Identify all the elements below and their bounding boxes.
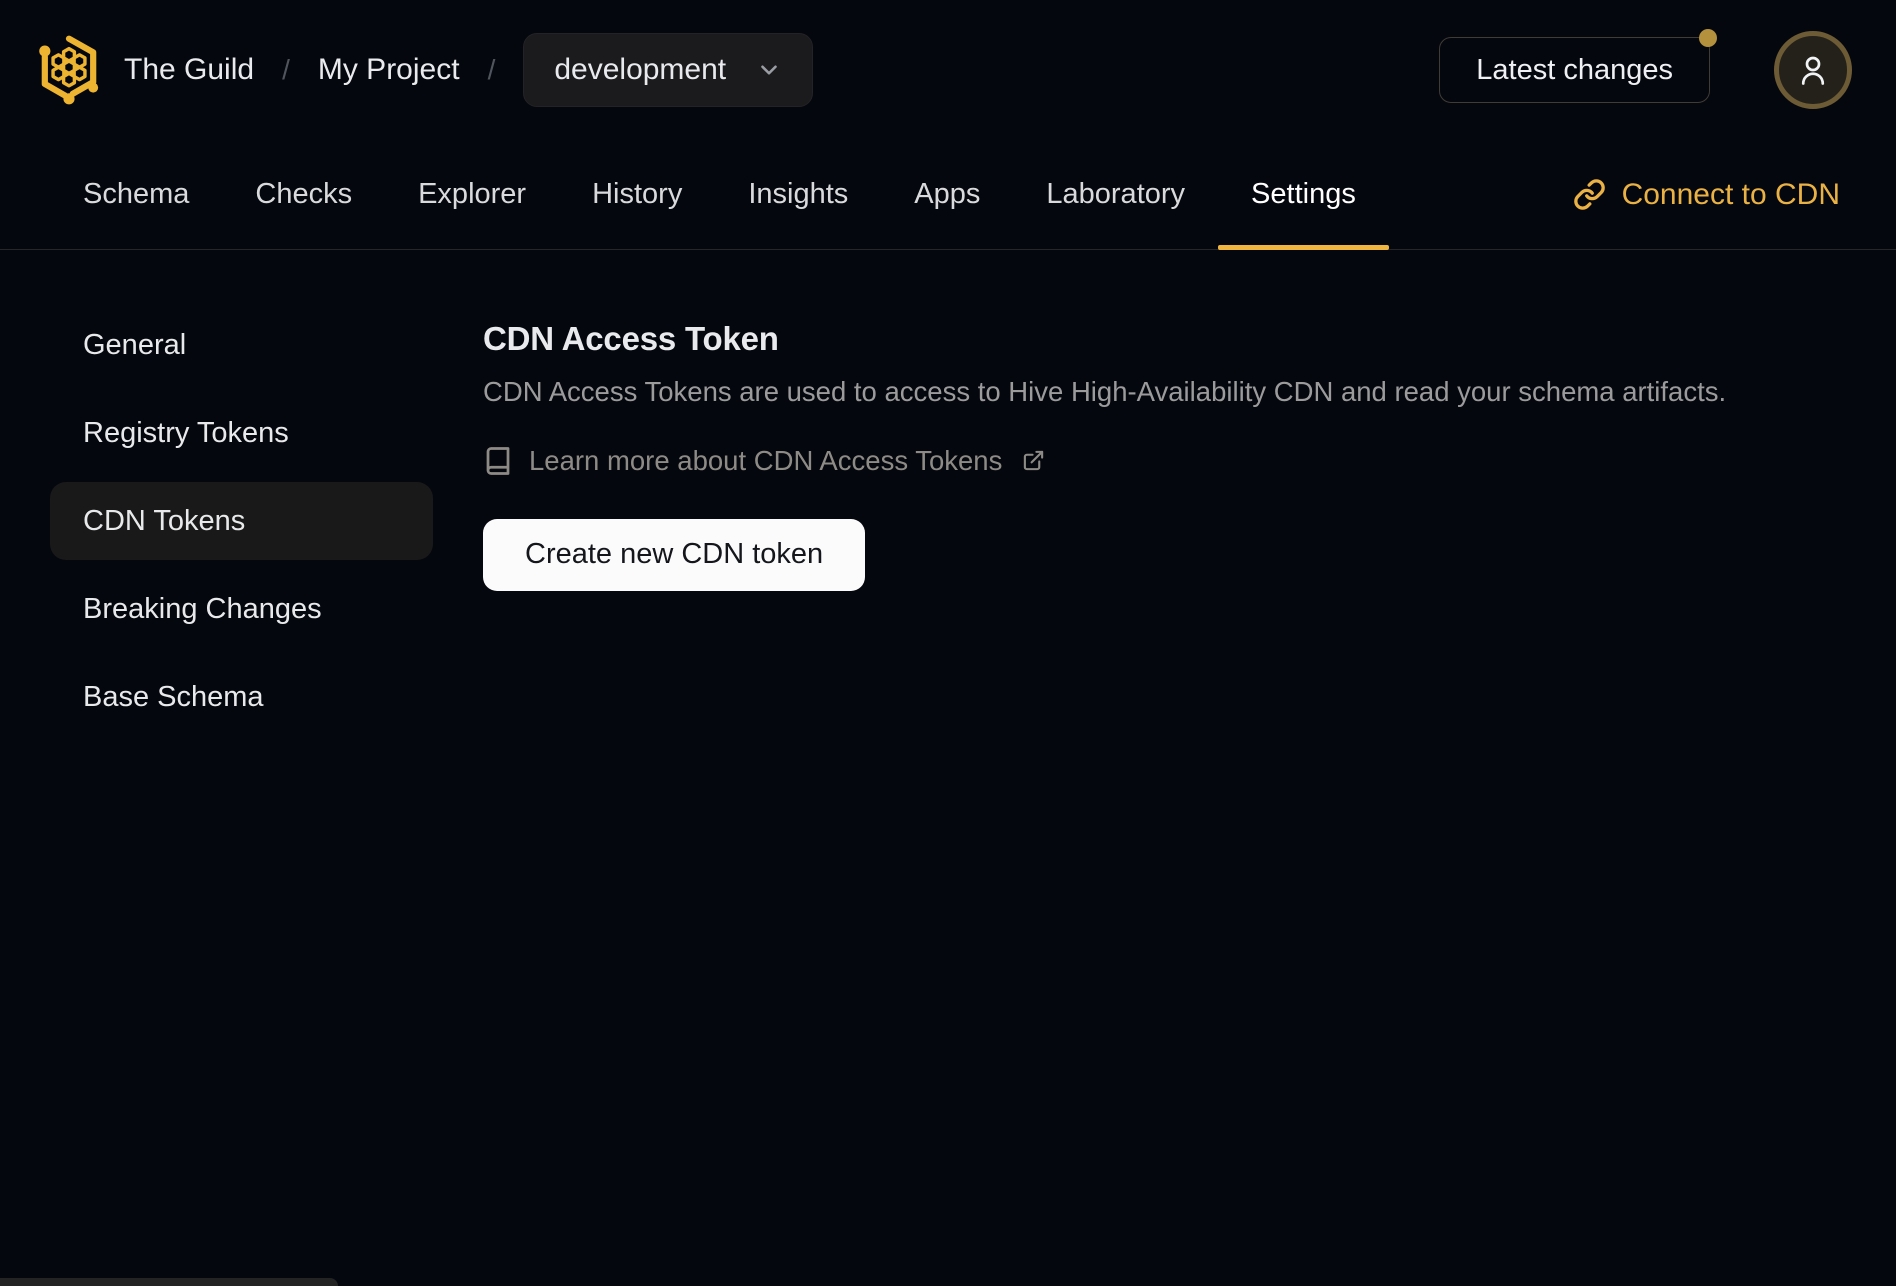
- notification-dot: [1699, 29, 1717, 47]
- user-icon: [1801, 56, 1825, 85]
- target-selector-value: development: [554, 53, 727, 86]
- tab-checks[interactable]: Checks: [222, 140, 385, 249]
- tab-history[interactable]: History: [559, 140, 715, 249]
- hive-logo-icon[interactable]: [38, 33, 100, 107]
- sidebar-item-registry-tokens[interactable]: Registry Tokens: [50, 394, 433, 472]
- page-description: CDN Access Tokens are used to access to …: [483, 375, 1727, 407]
- settings-sidebar: General Registry Tokens CDN Tokens Break…: [50, 306, 433, 746]
- tab-explorer[interactable]: Explorer: [385, 140, 559, 249]
- breadcrumb-project[interactable]: My Project: [318, 53, 460, 87]
- sidebar-item-base-schema[interactable]: Base Schema: [50, 658, 433, 736]
- project-tab-bar: Schema Checks Explorer History Insights …: [0, 140, 1896, 250]
- breadcrumb-separator: /: [282, 54, 290, 85]
- settings-content: General Registry Tokens CDN Tokens Break…: [0, 250, 1896, 746]
- connect-to-cdn-label: Connect to CDN: [1621, 177, 1840, 211]
- target-selector-dropdown[interactable]: development: [523, 33, 814, 107]
- header-right-group: Latest changes: [1439, 29, 1852, 109]
- latest-changes-button[interactable]: Latest changes: [1439, 29, 1717, 103]
- breadcrumb-org[interactable]: The Guild: [124, 53, 254, 87]
- user-avatar-button[interactable]: [1774, 31, 1852, 109]
- tab-settings[interactable]: Settings: [1218, 140, 1389, 250]
- latest-changes-label: Latest changes: [1476, 53, 1673, 86]
- learn-more-label: Learn more about CDN Access Tokens: [529, 444, 1003, 476]
- learn-more-link[interactable]: Learn more about CDN Access Tokens: [483, 445, 1045, 477]
- breadcrumb: The Guild / My Project /: [124, 53, 495, 87]
- cdn-token-panel: CDN Access Token CDN Access Tokens are u…: [433, 250, 1896, 591]
- tab-schema[interactable]: Schema: [50, 140, 222, 249]
- page-title: CDN Access Token: [483, 320, 779, 357]
- bottom-overlay-edge: [0, 1278, 338, 1286]
- tab-apps[interactable]: Apps: [881, 140, 1013, 249]
- sidebar-item-cdn-tokens[interactable]: CDN Tokens: [50, 482, 433, 560]
- external-link-icon: [1024, 451, 1044, 471]
- tab-insights[interactable]: Insights: [715, 140, 881, 249]
- chain-link-icon: [1573, 179, 1605, 210]
- app-header: The Guild / My Project / development Lat…: [0, 0, 1896, 140]
- breadcrumb-separator: /: [487, 54, 496, 85]
- create-cdn-token-button[interactable]: Create new CDN token: [483, 518, 866, 591]
- sidebar-item-general[interactable]: General: [50, 306, 433, 384]
- create-cdn-token-label: Create new CDN token: [525, 538, 824, 571]
- tab-laboratory[interactable]: Laboratory: [1013, 140, 1218, 249]
- sidebar-item-breaking-changes[interactable]: Breaking Changes: [50, 570, 433, 648]
- book-icon: [486, 447, 510, 475]
- chevron-down-icon: [761, 65, 777, 75]
- connect-to-cdn-link[interactable]: Connect to CDN: [1573, 178, 1840, 212]
